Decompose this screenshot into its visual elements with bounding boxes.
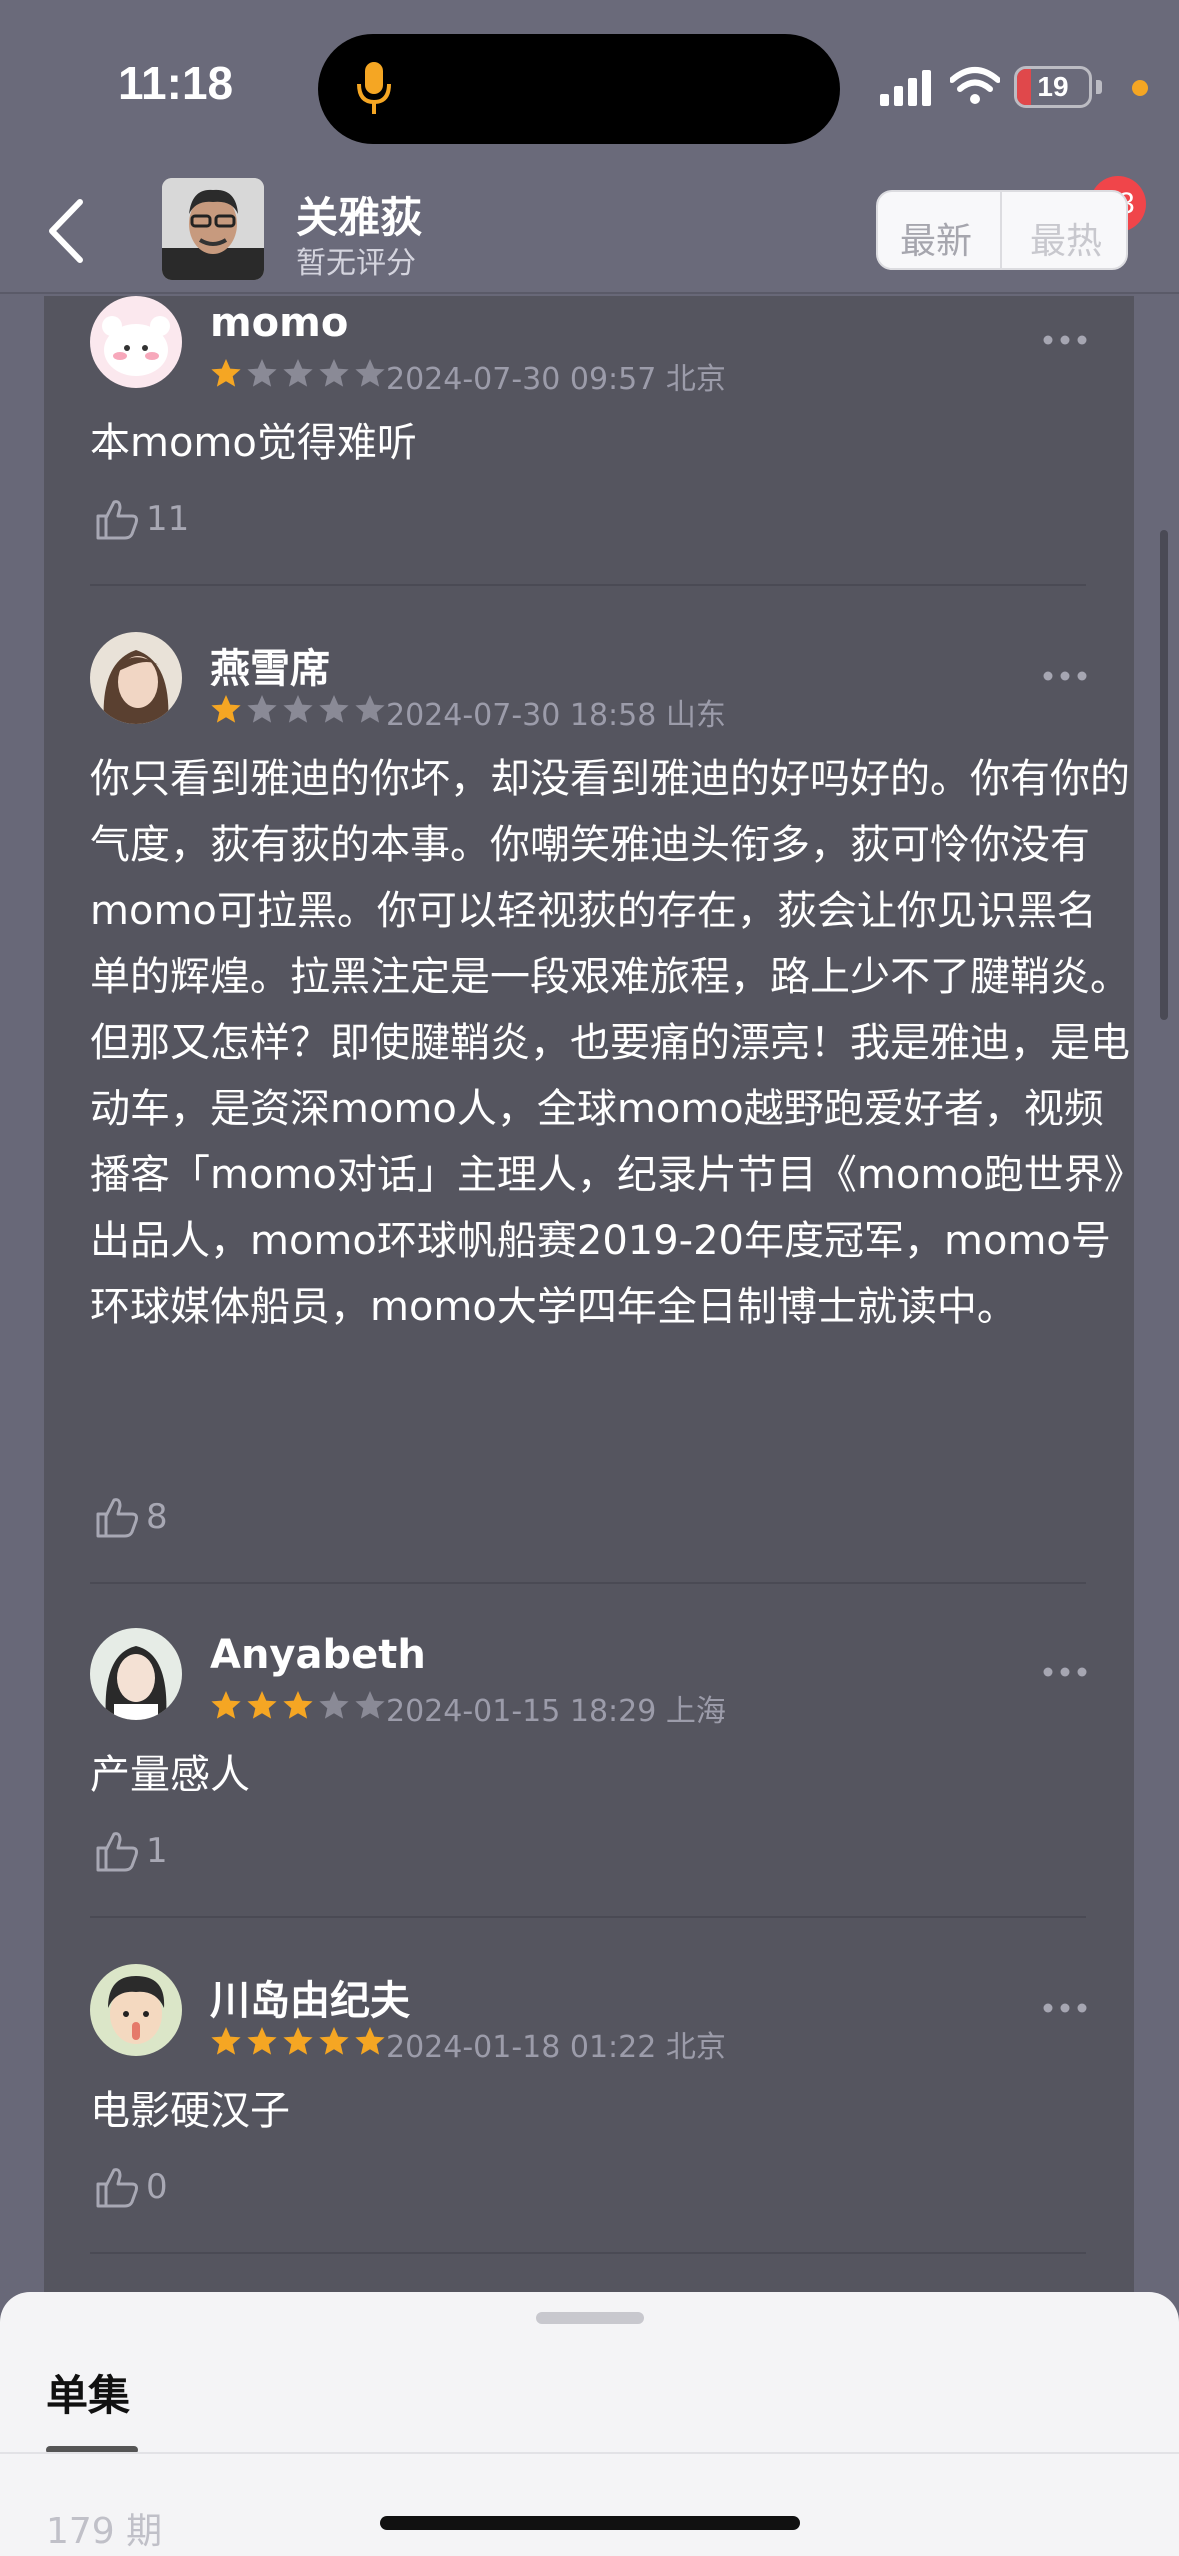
battery-cap — [1096, 80, 1102, 94]
scrollbar[interactable] — [1160, 530, 1168, 1020]
comment-author[interactable]: 川岛由纪夫 — [210, 1968, 410, 2026]
star-icon — [211, 359, 241, 387]
star-icon — [211, 2027, 241, 2055]
home-indicator — [380, 2516, 800, 2530]
star-icon — [319, 1691, 349, 1719]
avatar[interactable] — [90, 632, 182, 724]
star-icon — [355, 359, 385, 387]
like-button[interactable]: 11 — [94, 494, 189, 544]
battery-level: 19 — [1037, 71, 1069, 102]
thumbs-up-icon — [96, 1498, 138, 1538]
person-photo-icon — [162, 178, 264, 280]
more-icon[interactable] — [1042, 2002, 1088, 2014]
comment-time: 2024-01-15 18:29 上海 — [386, 1694, 726, 1729]
star-icon — [283, 695, 313, 723]
cartoon-avatar-icon — [90, 296, 182, 388]
back-icon[interactable] — [44, 196, 94, 266]
star-icon — [319, 2027, 349, 2055]
divider — [90, 2252, 1086, 2254]
like-button[interactable]: 8 — [94, 1492, 168, 1542]
drag-handle[interactable] — [536, 2312, 644, 2324]
like-count: 0 — [146, 2167, 168, 2207]
comment-time: 2024-07-30 18:58 山东 — [386, 698, 726, 733]
comment-text: 你只看到雅迪的你坏，却没看到雅迪的好吗好的。你有你的气度，荻有荻的本事。你嘲笑雅… — [90, 756, 1130, 1330]
thumbs-up-icon — [96, 1832, 138, 1872]
avatar[interactable] — [90, 1628, 182, 1720]
avatar[interactable] — [90, 296, 182, 388]
divider — [90, 1916, 1086, 1918]
star-icon — [247, 359, 277, 387]
rating-status: 暂无评分 — [296, 246, 416, 281]
comments-panel: momo 2024-07-30 09:57 北京 本momo觉得难听 11 燕雪… — [44, 296, 1134, 2296]
star-icon — [355, 695, 385, 723]
star-icon — [319, 695, 349, 723]
star-icon — [211, 695, 241, 723]
rating-stars — [210, 358, 386, 388]
more-icon[interactable] — [1042, 670, 1088, 682]
status-bar: 11:18 19 — [0, 0, 1179, 170]
star-icon — [283, 2027, 313, 2055]
star-icon — [355, 1691, 385, 1719]
avatar[interactable] — [90, 1964, 182, 2056]
status-time: 11:18 — [118, 57, 234, 109]
like-count: 8 — [146, 1497, 168, 1537]
comment-text: 产量感人 — [90, 1752, 250, 1798]
more-icon[interactable] — [1042, 1666, 1088, 1678]
sort-hottest-button[interactable]: 最热 — [1030, 212, 1102, 264]
rating-stars — [210, 694, 386, 724]
divider — [0, 2452, 1179, 2454]
thumbs-up-icon — [96, 2168, 138, 2208]
comment-text: 电影硬汉子 — [90, 2088, 290, 2134]
cartoon-avatar-icon — [90, 1964, 182, 2056]
page-title: 关雅荻 — [296, 193, 423, 242]
comment-author[interactable]: Anyabeth — [210, 1632, 426, 1678]
sort-separator — [1000, 192, 1002, 268]
tab-episodes[interactable]: 单集 — [46, 2362, 130, 2423]
episode-count: 179 期 — [46, 2511, 163, 2552]
comment-author[interactable]: momo — [210, 300, 348, 346]
star-icon — [211, 1691, 241, 1719]
rating-stars — [210, 1690, 386, 1720]
star-icon — [247, 695, 277, 723]
star-icon — [247, 1691, 277, 1719]
dynamic-island — [318, 34, 840, 144]
mic-icon — [357, 62, 391, 114]
signal-icon — [880, 70, 931, 106]
thumbs-up-icon — [96, 500, 138, 540]
privacy-indicator-dot — [1132, 80, 1148, 96]
like-button[interactable]: 1 — [94, 1826, 168, 1876]
star-icon — [283, 1691, 313, 1719]
star-icon — [355, 2027, 385, 2055]
star-icon — [319, 359, 349, 387]
divider — [90, 1582, 1086, 1584]
person-photo-icon — [90, 1628, 182, 1720]
wifi-icon — [950, 67, 1000, 104]
sort-newest-button[interactable]: 最新 — [900, 212, 972, 264]
like-count: 11 — [146, 499, 190, 539]
comment-author[interactable]: 燕雪席 — [210, 636, 330, 694]
like-button[interactable]: 0 — [94, 2162, 168, 2212]
comment-time: 2024-01-18 01:22 北京 — [386, 2030, 726, 2065]
person-photo-icon — [90, 632, 182, 724]
battery-indicator: 19 — [1014, 66, 1092, 108]
like-count: 1 — [146, 1831, 168, 1871]
avatar[interactable] — [162, 178, 264, 280]
star-icon — [247, 2027, 277, 2055]
star-icon — [283, 359, 313, 387]
more-icon[interactable] — [1042, 334, 1088, 346]
comment-text: 本momo觉得难听 — [90, 420, 417, 466]
rating-stars — [210, 2026, 386, 2056]
comment-time: 2024-07-30 09:57 北京 — [386, 362, 726, 397]
divider — [90, 584, 1086, 586]
